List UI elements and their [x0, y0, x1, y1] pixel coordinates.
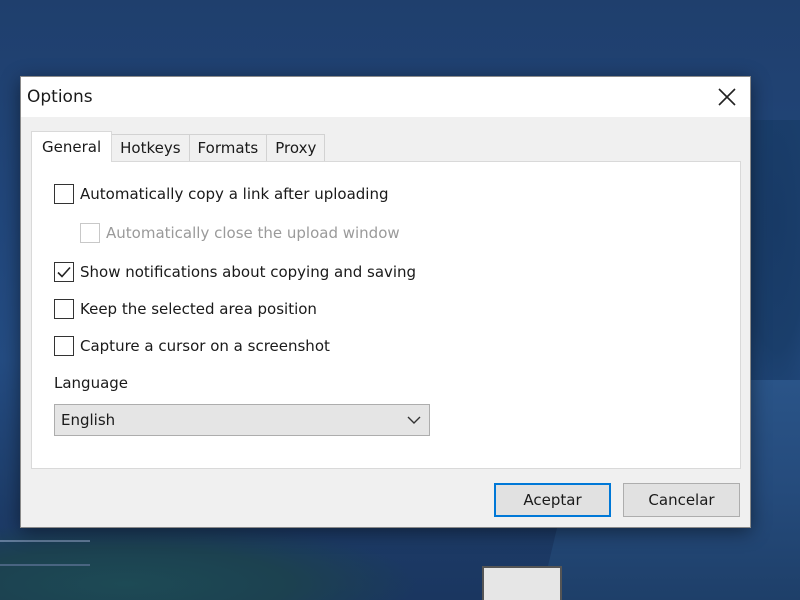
checkbox[interactable] [54, 299, 74, 319]
checkmark-icon [57, 266, 71, 278]
checkbox[interactable] [54, 262, 74, 282]
language-selected-value: English [61, 411, 116, 429]
tab-bar: General Hotkeys Formats Proxy [31, 131, 326, 162]
title-bar[interactable]: Options [21, 77, 750, 117]
wallpaper-foliage [0, 520, 420, 600]
option-keep-area-position[interactable]: Keep the selected area position [54, 299, 317, 319]
tab-proxy[interactable]: Proxy [266, 134, 326, 161]
close-icon [718, 88, 736, 106]
accept-button[interactable]: Aceptar [494, 483, 611, 517]
checkbox[interactable] [80, 223, 100, 243]
cancel-button[interactable]: Cancelar [623, 483, 740, 517]
option-capture-cursor[interactable]: Capture a cursor on a screenshot [54, 336, 330, 356]
options-dialog: Options General Hotkeys Formats Proxy Au… [20, 76, 751, 528]
checkbox[interactable] [54, 336, 74, 356]
general-panel: Automatically copy a link after uploadin… [31, 161, 741, 469]
checkbox[interactable] [54, 184, 74, 204]
dialog-title: Options [27, 87, 93, 107]
option-label: Show notifications about copying and sav… [80, 263, 417, 281]
tab-hotkeys[interactable]: Hotkeys [111, 134, 190, 161]
wallpaper-object [482, 566, 562, 600]
language-label: Language [54, 374, 129, 392]
wallpaper-bridge [0, 540, 90, 566]
option-show-notifications[interactable]: Show notifications about copying and sav… [54, 262, 416, 282]
tab-formats[interactable]: Formats [188, 134, 268, 161]
option-label: Automatically copy a link after uploadin… [80, 185, 389, 203]
option-auto-copy-link[interactable]: Automatically copy a link after uploadin… [54, 184, 388, 204]
tab-general[interactable]: General [31, 131, 113, 162]
close-button[interactable] [704, 77, 750, 117]
chevron-down-icon [407, 416, 421, 424]
option-label: Keep the selected area position [80, 300, 317, 318]
option-label: Capture a cursor on a screenshot [80, 337, 330, 355]
option-label: Automatically close the upload window [106, 224, 400, 242]
language-select[interactable]: English [54, 404, 430, 436]
option-auto-close-upload-window[interactable]: Automatically close the upload window [80, 223, 400, 243]
